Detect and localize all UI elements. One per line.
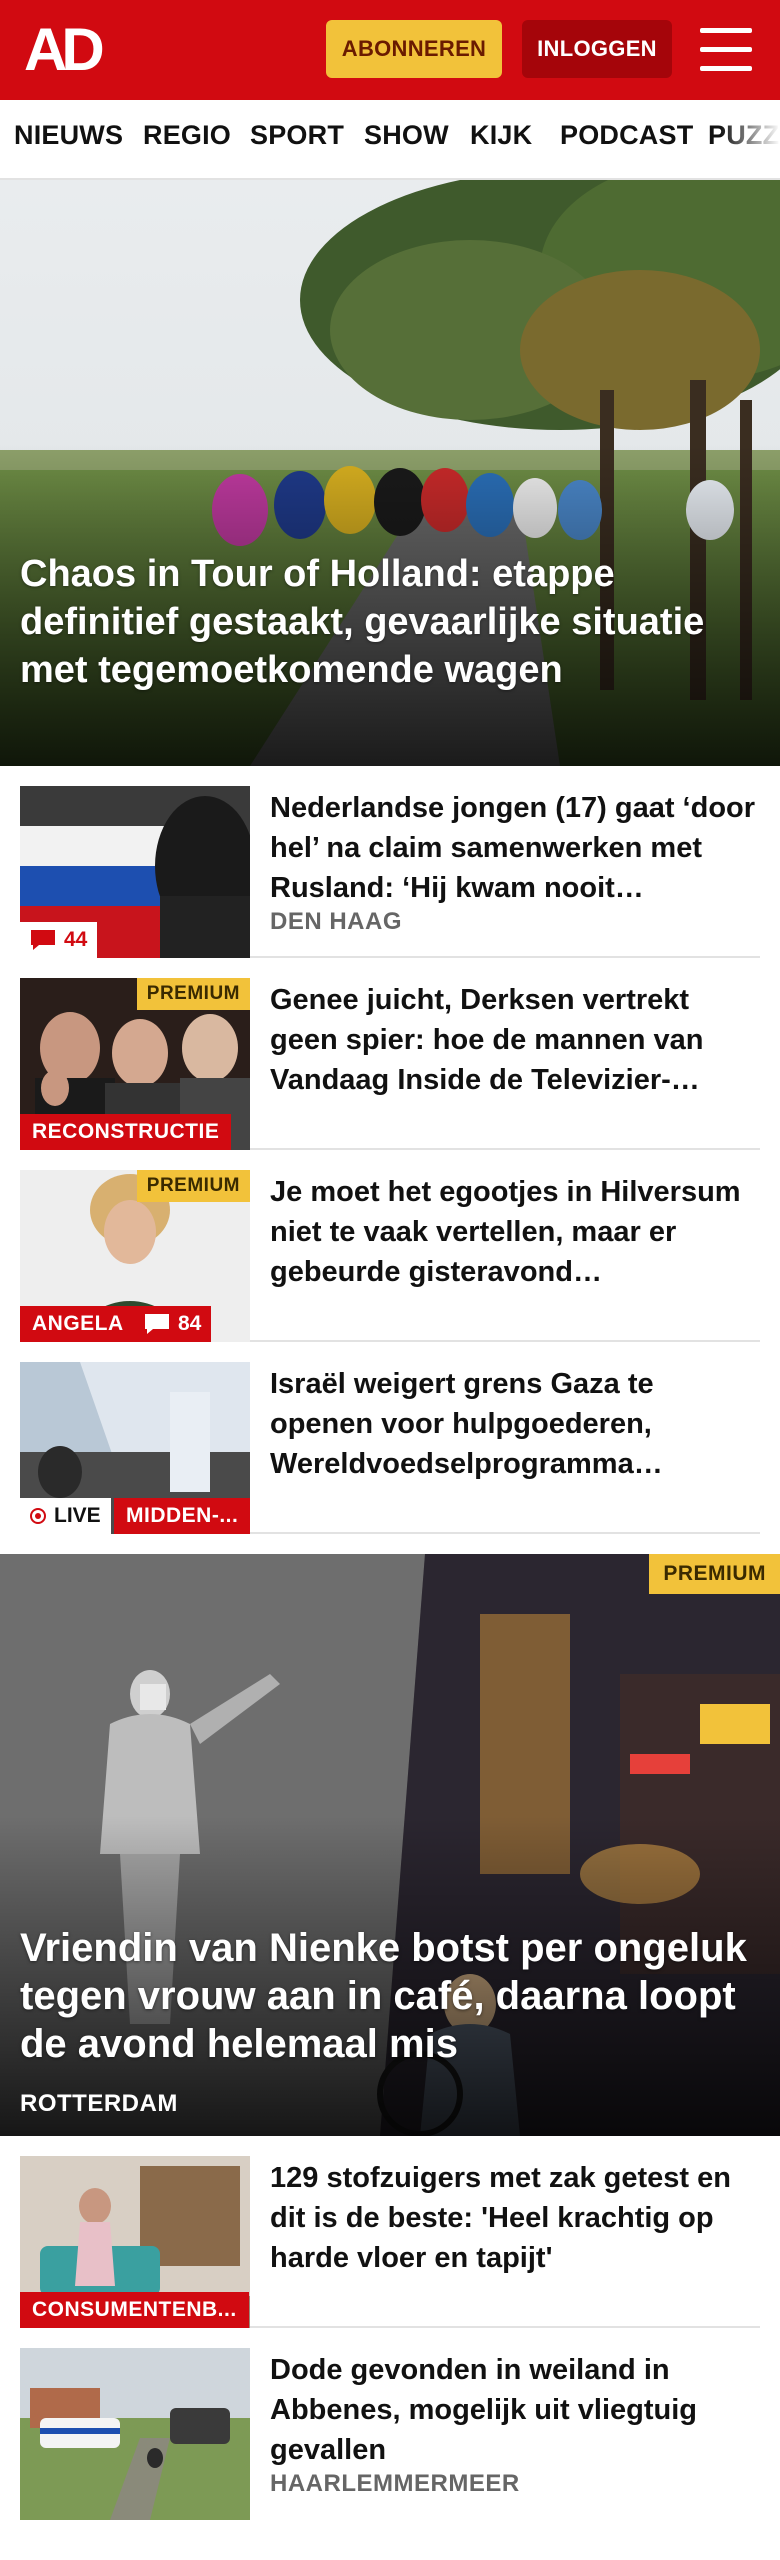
article-location: HAARLEMMERMEER (270, 2470, 520, 2497)
comment-count: 44 (64, 928, 88, 951)
premium-badge: PREMIUM (136, 978, 250, 1010)
article-item[interactable]: CONSUMENTENB... 129 stofzuigers met zak … (20, 2136, 760, 2328)
feature-article[interactable]: PREMIUM Vriendin van Nienke botst per on… (0, 1554, 780, 2136)
category-tag: RECONSTRUCTIE (20, 1114, 232, 1150)
nav-item-show[interactable]: SHOW (364, 120, 449, 151)
meadow-police-image (20, 2348, 250, 2520)
nav-item-nieuws[interactable]: NIEUWS (14, 120, 123, 151)
login-button[interactable]: INLOGGEN (522, 20, 672, 78)
subscribe-button[interactable]: ABONNEREN (326, 20, 502, 78)
top-bar: AD ABONNEREN INLOGGEN (0, 0, 780, 100)
article-location: DEN HAAG (270, 908, 403, 935)
section-nav: NIEUWS REGIO SPORT SHOW KIJK PODCAST PUZ… (0, 100, 780, 180)
comment-count-badge: 44 (20, 922, 98, 958)
article-title[interactable]: Nederlandse jongen (17) gaat ‘door hel’ … (270, 788, 760, 908)
nav-item-sport[interactable]: SPORT (250, 120, 344, 151)
category-tag: CONSUMENTENB... (20, 2292, 249, 2328)
comment-icon (144, 1313, 170, 1335)
premium-badge: PREMIUM (649, 1554, 780, 1594)
comment-icon (30, 929, 56, 951)
feature-headline[interactable]: Vriendin van Nienke botst per ongeluk te… (20, 1924, 770, 2068)
nav-item-podcast[interactable]: PODCAST (560, 120, 693, 151)
article-thumbnail: PREMIUM RECONSTRUCTIE (20, 978, 250, 1150)
live-badge: LIVE (20, 1498, 111, 1534)
article-item[interactable]: PREMIUM ANGELA 84 Je moet het egootjes i… (20, 1150, 760, 1342)
article-thumbnail (20, 2348, 250, 2520)
article-title[interactable]: Genee juicht, Derksen vertrekt geen spie… (270, 980, 760, 1100)
ad-logo[interactable]: AD (24, 20, 124, 80)
article-title[interactable]: Israël weigert grens Gaza te openen voor… (270, 1364, 760, 1484)
article-item[interactable]: 44 Nederlandse jongen (17) gaat ‘door he… (20, 766, 760, 958)
article-item[interactable]: LIVE MIDDEN-... Israël weigert grens Gaz… (20, 1342, 760, 1534)
nav-item-kijk[interactable]: KIJK (470, 120, 532, 151)
article-title[interactable]: 129 stofzuigers met zak getest en dit is… (270, 2158, 760, 2278)
category-tag: ANGELA (20, 1306, 136, 1342)
article-item[interactable]: PREMIUM RECONSTRUCTIE Genee juicht, Derk… (20, 958, 760, 1150)
hero-headline[interactable]: Chaos in Tour of Holland: etappe definit… (20, 550, 760, 694)
live-dot-icon (30, 1508, 46, 1524)
nav-fade (720, 100, 780, 178)
article-thumbnail: 44 (20, 786, 250, 958)
article-thumbnail: CONSUMENTENB... (20, 2156, 250, 2328)
comment-count-badge: 84 (134, 1306, 212, 1342)
nav-item-regio[interactable]: REGIO (143, 120, 231, 151)
article-thumbnail: PREMIUM ANGELA 84 (20, 1170, 250, 1342)
article-thumbnail: LIVE MIDDEN-... (20, 1362, 250, 1534)
article-title[interactable]: Je moet het egootjes in Hilversum niet t… (270, 1172, 760, 1292)
article-item[interactable]: Dode gevonden in weiland in Abbenes, mog… (20, 2328, 760, 2520)
premium-badge: PREMIUM (136, 1170, 250, 1202)
comment-count: 84 (178, 1312, 202, 1335)
live-label: LIVE (54, 1504, 101, 1527)
feature-location: ROTTERDAM (20, 2090, 178, 2117)
hero-article[interactable]: Chaos in Tour of Holland: etappe definit… (0, 180, 780, 766)
hamburger-menu-icon[interactable] (700, 28, 752, 72)
article-title[interactable]: Dode gevonden in weiland in Abbenes, mog… (270, 2350, 760, 2470)
category-tag: MIDDEN-... (114, 1498, 250, 1534)
